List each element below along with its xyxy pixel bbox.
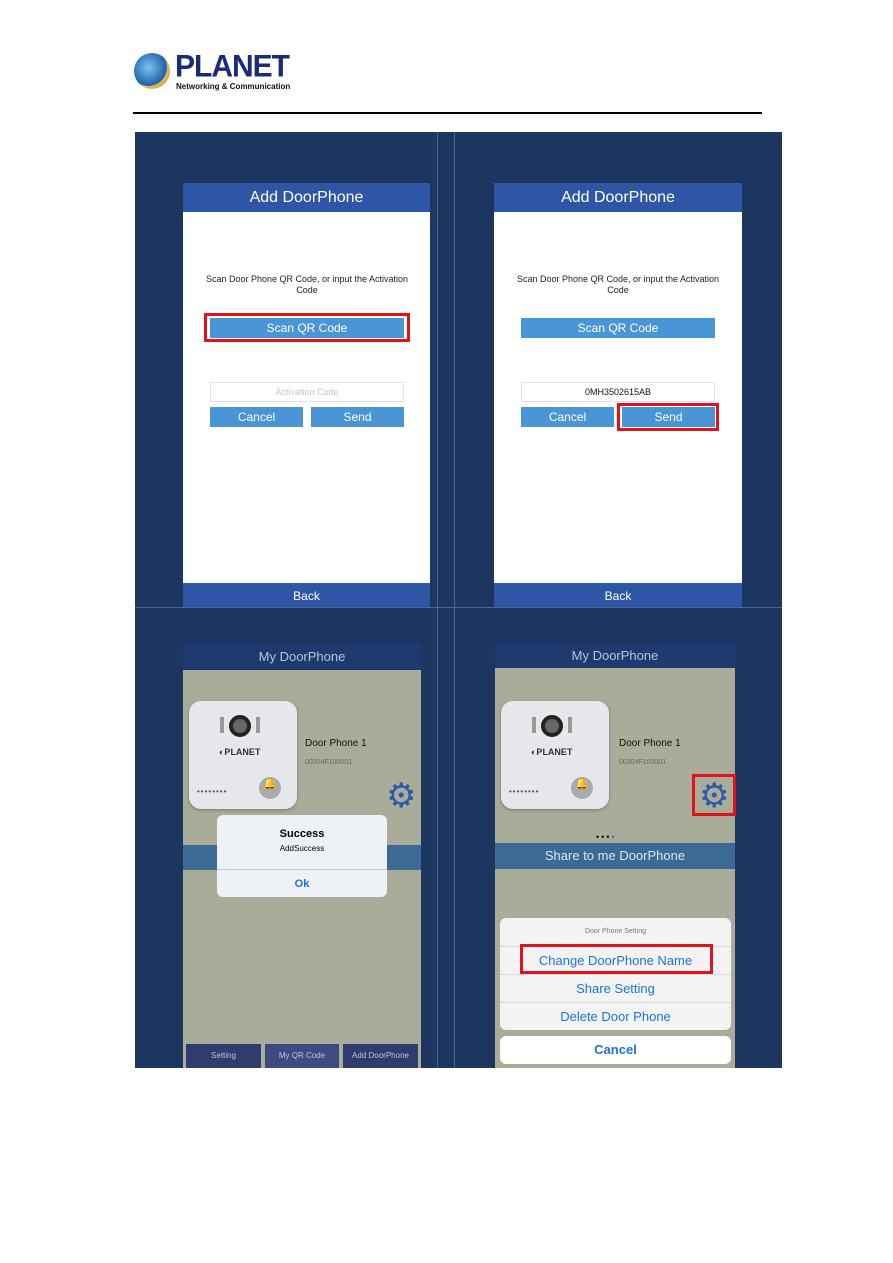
- highlight-box: [692, 774, 736, 816]
- share-band: Share to me DoorPhone: [495, 843, 735, 869]
- success-dialog: Success AddSuccess Ok: [217, 815, 387, 897]
- scan-prompt: Scan Door Phone QR Code, or input the Ac…: [516, 274, 720, 295]
- device-brand-mark: ◐PLANET: [531, 747, 573, 757]
- highlight-box: [204, 313, 410, 342]
- bell-icon: 🔔: [571, 777, 593, 799]
- screen-title: My DoorPhone: [495, 643, 735, 668]
- gear-icon[interactable]: ⚙: [386, 779, 416, 813]
- header-rule: [133, 112, 762, 114]
- device-name: Door Phone 1: [305, 738, 367, 749]
- tab-setting[interactable]: Setting: [186, 1044, 261, 1068]
- scan-prompt: Scan Door Phone QR Code, or input the Ac…: [205, 274, 409, 295]
- tab-add-doorphone[interactable]: Add DoorPhone: [343, 1044, 418, 1068]
- highlight-box: [617, 403, 719, 431]
- highlight-box: [520, 944, 713, 974]
- page-dots[interactable]: ••••: [596, 832, 617, 842]
- brand-tagline: Networking & Communication: [176, 82, 291, 91]
- divider: [135, 607, 782, 608]
- ok-button[interactable]: Ok: [217, 869, 387, 898]
- divider: [437, 132, 455, 608]
- bell-icon: 🔔: [259, 777, 281, 799]
- brand-logo: PLANET: [175, 49, 290, 84]
- delete-door-phone-item[interactable]: Delete Door Phone: [500, 1002, 731, 1030]
- tab-my-qr-code[interactable]: My QR Code: [265, 1044, 339, 1068]
- activation-code-input[interactable]: 0MH3502615AB: [521, 382, 715, 402]
- cancel-button[interactable]: Cancel: [521, 407, 614, 427]
- activation-code-input[interactable]: Activation Code: [210, 382, 404, 402]
- screen-title: My DoorPhone: [183, 643, 421, 670]
- action-sheet: Door Phone Setting Change DoorPhone Name…: [500, 918, 731, 1030]
- send-button[interactable]: Send: [311, 407, 404, 427]
- device-id: 00304F100001: [619, 759, 667, 766]
- share-setting-item[interactable]: Share Setting: [500, 974, 731, 1002]
- dialog-message: AddSuccess: [279, 844, 325, 853]
- doorphone-device-image[interactable]: ◐PLANET •••••••• 🔔: [189, 701, 297, 809]
- divider: [437, 608, 455, 1068]
- dialog-title: Success: [279, 828, 325, 840]
- scan-qr-button[interactable]: Scan QR Code: [521, 318, 715, 338]
- screen-title: Add DoorPhone: [494, 183, 742, 212]
- device-id: 00304F100001: [305, 759, 353, 766]
- device-brand-mark: ◐PLANET: [219, 747, 261, 757]
- back-button[interactable]: Back: [183, 583, 430, 607]
- screen-title: Add DoorPhone: [183, 183, 430, 212]
- device-name: Door Phone 1: [619, 738, 681, 749]
- cancel-button[interactable]: Cancel: [500, 1036, 731, 1064]
- sheet-title: Door Phone Setting: [584, 928, 647, 935]
- cancel-button[interactable]: Cancel: [210, 407, 303, 427]
- back-button[interactable]: Back: [494, 583, 742, 607]
- planet-logo-globe-icon: [134, 53, 170, 89]
- doorphone-device-image[interactable]: ◐PLANET •••••••• 🔔: [501, 701, 609, 809]
